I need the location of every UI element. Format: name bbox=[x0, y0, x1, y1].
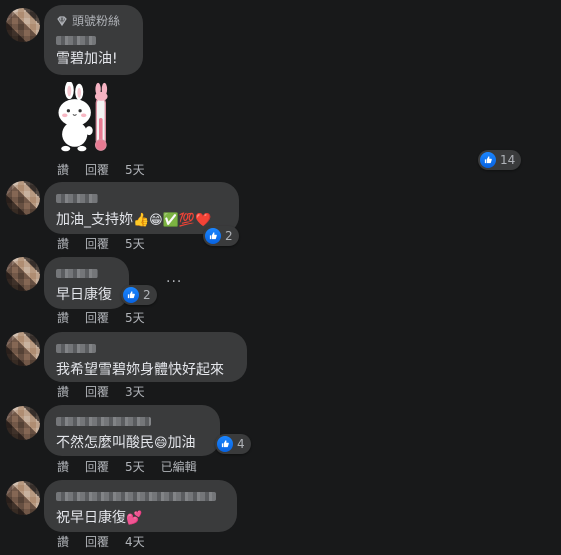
avatar[interactable] bbox=[6, 181, 40, 215]
bunny-thermometer-sticker bbox=[58, 82, 108, 152]
commenter-name[interactable] bbox=[56, 36, 96, 45]
commenter-name[interactable] bbox=[56, 417, 151, 426]
timestamp[interactable]: 5天 bbox=[125, 163, 145, 177]
reply-action[interactable]: 回覆 bbox=[85, 460, 109, 474]
like-action[interactable]: 讚 bbox=[57, 460, 69, 474]
reply-action[interactable]: 回覆 bbox=[85, 535, 109, 549]
more-options-icon[interactable]: ··· bbox=[166, 274, 182, 290]
avatar[interactable] bbox=[6, 257, 40, 291]
comment-actions: 讚 回覆 5天 已編輯 bbox=[57, 460, 213, 474]
comment-bubble: 我希望雪碧妳身體快好起來 bbox=[44, 332, 247, 382]
reaction-number: 4 bbox=[237, 437, 245, 451]
avatar[interactable] bbox=[6, 481, 40, 515]
like-icon bbox=[205, 228, 221, 244]
like-action[interactable]: 讚 bbox=[57, 163, 69, 177]
avatar[interactable] bbox=[6, 406, 40, 440]
timestamp[interactable]: 4天 bbox=[125, 535, 145, 549]
reaction-number: 14 bbox=[500, 153, 516, 167]
emoji-sequence: 👍😁✅💯❤️ bbox=[133, 213, 212, 228]
comment-bubble: 不然怎麼叫酸民😄加油 bbox=[44, 405, 220, 456]
reaction-count[interactable]: 2 bbox=[121, 285, 157, 305]
comment-text-part: 不然怎麼叫酸民 bbox=[56, 435, 154, 451]
timestamp[interactable]: 5天 bbox=[125, 311, 145, 325]
comment-text: 早日康復 bbox=[56, 287, 112, 303]
timestamp[interactable]: 3天 bbox=[125, 385, 145, 399]
comment-text: 雪碧加油! bbox=[56, 51, 118, 67]
comment-text-part: 加油 bbox=[167, 435, 196, 451]
reaction-count[interactable]: 2 bbox=[203, 226, 239, 246]
like-icon bbox=[217, 436, 233, 452]
timestamp[interactable]: 5天 bbox=[125, 237, 145, 251]
reply-action[interactable]: 回覆 bbox=[85, 237, 109, 251]
reaction-count[interactable]: 14 bbox=[478, 150, 522, 170]
like-action[interactable]: 讚 bbox=[57, 311, 69, 325]
reply-action[interactable]: 回覆 bbox=[85, 311, 109, 325]
comment-text: 祝早日康復💕 bbox=[56, 509, 225, 528]
grin-emoji: 😄 bbox=[154, 436, 168, 451]
commenter-name[interactable] bbox=[56, 344, 96, 353]
like-icon bbox=[480, 152, 496, 168]
comment-text-main: 祝早日康復 bbox=[56, 510, 126, 526]
comment-text: 加油_支持妳👍😁✅💯❤️ bbox=[56, 211, 227, 230]
reaction-number: 2 bbox=[225, 229, 233, 243]
like-action[interactable]: 讚 bbox=[57, 385, 69, 399]
top-fan-badge[interactable]: 頭號粉絲 bbox=[56, 14, 131, 28]
comment-text: 不然怎麼叫酸民😄加油 bbox=[56, 434, 208, 453]
commenter-name[interactable] bbox=[56, 269, 98, 278]
comment-bubble: 祝早日康復💕 bbox=[44, 480, 237, 532]
diamond-icon bbox=[57, 16, 67, 27]
timestamp[interactable]: 5天 bbox=[125, 460, 145, 474]
like-action[interactable]: 讚 bbox=[57, 535, 69, 549]
edited-label[interactable]: 已編輯 bbox=[161, 460, 197, 474]
reply-action[interactable]: 回覆 bbox=[85, 385, 109, 399]
comment-actions: 讚 回覆 3天 bbox=[57, 385, 161, 399]
hearts-emoji: 💕 bbox=[126, 511, 143, 526]
comment-bubble: 早日康復 bbox=[44, 257, 129, 309]
comment-actions: 讚 回覆 5天 bbox=[57, 163, 161, 177]
like-action[interactable]: 讚 bbox=[57, 237, 69, 251]
reaction-count[interactable]: 4 bbox=[215, 434, 251, 454]
comment-text: 我希望雪碧妳身體快好起來 bbox=[56, 362, 224, 378]
comment-text-main: 加油_支持妳 bbox=[56, 212, 133, 228]
avatar[interactable] bbox=[6, 332, 40, 366]
reply-action[interactable]: 回覆 bbox=[85, 163, 109, 177]
comment-actions: 讚 回覆 5天 bbox=[57, 311, 161, 325]
comments-thread: 頭號粉絲 雪碧加油! 讚 回覆 5天 14 加油_支持妳👍😁✅💯❤️ 2 讚 回… bbox=[0, 0, 561, 555]
commenter-name[interactable] bbox=[56, 194, 98, 203]
comment-actions: 讚 回覆 4天 bbox=[57, 535, 161, 549]
avatar[interactable] bbox=[6, 8, 40, 42]
comment-bubble: 頭號粉絲 雪碧加油! bbox=[44, 5, 143, 75]
comment-actions: 讚 回覆 5天 bbox=[57, 237, 161, 251]
commenter-name[interactable] bbox=[56, 492, 216, 501]
like-icon bbox=[123, 287, 139, 303]
reaction-number: 2 bbox=[143, 288, 151, 302]
badge-label: 頭號粉絲 bbox=[72, 14, 121, 28]
